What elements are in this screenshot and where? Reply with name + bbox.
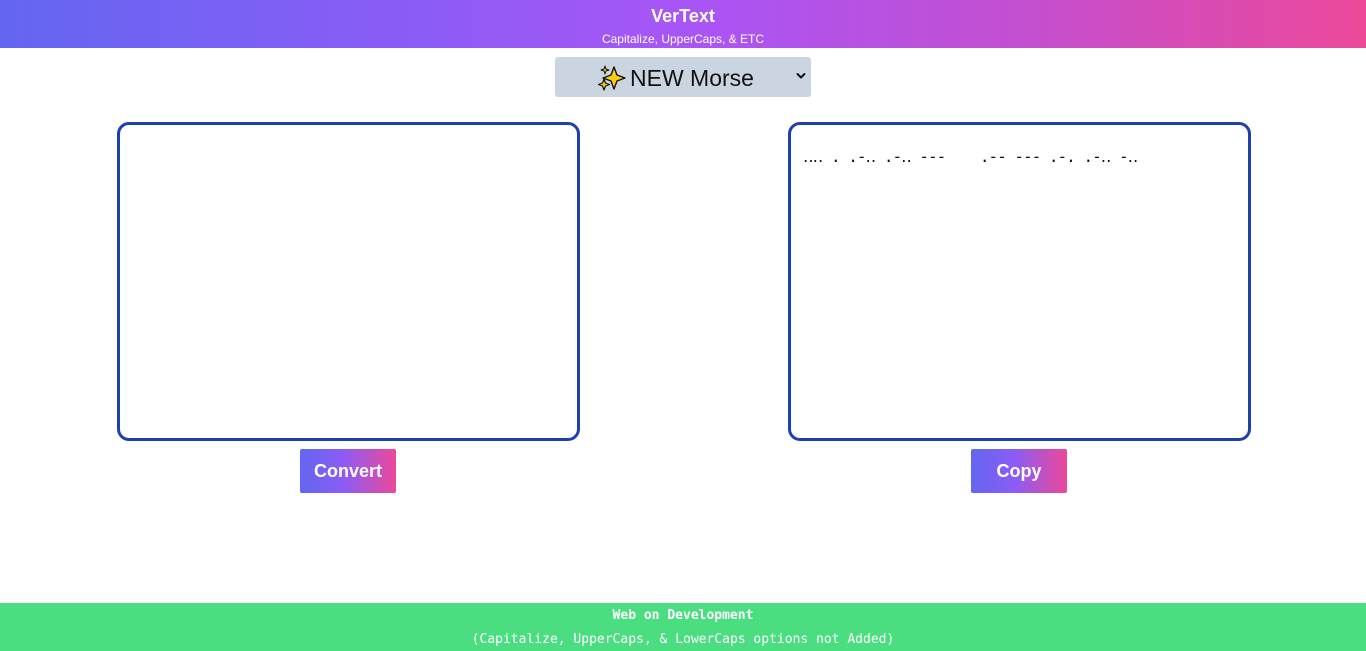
copy-button[interactable]: Copy [971, 449, 1067, 493]
chevron-down-icon [796, 73, 806, 79]
app-footer: Web on Development (Capitalize, UpperCap… [0, 603, 1366, 651]
footer-status: Web on Development [612, 608, 754, 623]
footer-note: (Capitalize, UpperCaps, & LowerCaps opti… [471, 632, 895, 647]
output-text: ‥‥ . .-‥ .-‥ --- .-- --- .-. .-‥ -‥ [803, 147, 1138, 166]
input-textarea[interactable] [117, 122, 580, 441]
convert-button[interactable]: Convert [300, 449, 396, 493]
sparkles-icon [598, 65, 626, 91]
mode-select-value: NEW Morse [630, 65, 754, 91]
mode-select[interactable]: NEW Morse [555, 57, 811, 97]
app-header: VerText Capitalize, UpperCaps, & ETC [0, 0, 1366, 48]
app-subtitle: Capitalize, UpperCaps, & ETC [601, 32, 765, 46]
output-textarea[interactable]: ‥‥ . .-‥ .-‥ --- .-- --- .-. .-‥ -‥ [788, 122, 1251, 441]
app-title: VerText [651, 6, 715, 26]
